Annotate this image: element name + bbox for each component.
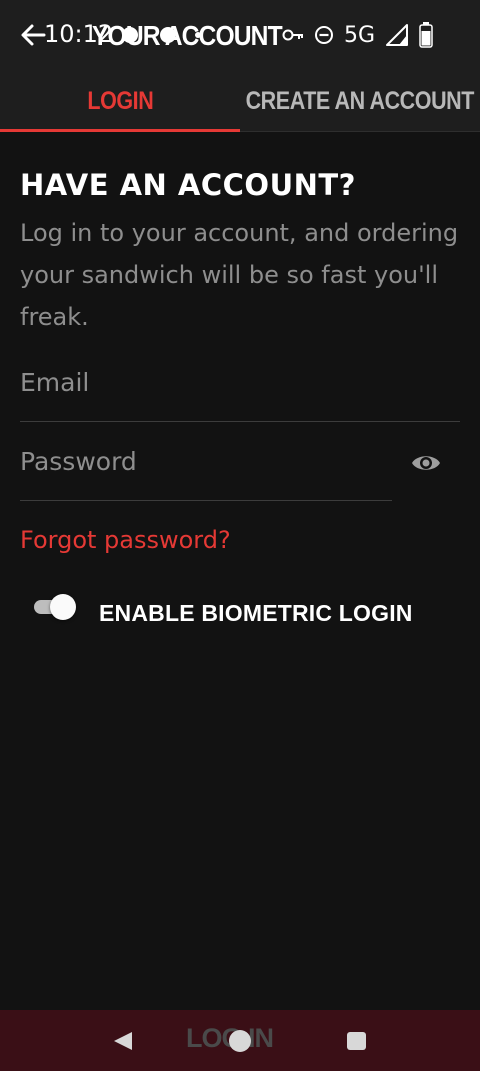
network-type: 5G: [344, 22, 376, 48]
biometric-toggle[interactable]: [34, 594, 76, 620]
password-field[interactable]: Password: [20, 447, 392, 501]
signal-icon: [386, 24, 409, 46]
nav-back-icon[interactable]: [112, 1030, 134, 1052]
email-placeholder: Email: [20, 368, 90, 397]
battery-icon: [419, 22, 433, 48]
toggle-thumb: [50, 594, 76, 620]
login-heading: HAVE AN ACCOUNT?: [20, 168, 356, 202]
login-subtext: Log in to your account, and ordering you…: [20, 219, 459, 331]
nav-home-icon[interactable]: [229, 1030, 251, 1052]
app-bar: 10:12 YOUR ACCOUNT 5G: [0, 0, 480, 70]
tab-create-account-label: CREATE AN ACCOUNT: [245, 86, 475, 115]
tab-login[interactable]: LOGIN: [0, 70, 240, 132]
nav-recent-apps-icon[interactable]: [347, 1032, 366, 1050]
do-not-disturb-icon: [315, 26, 333, 44]
tab-login-label: LOGIN: [87, 86, 153, 115]
forgot-password-link[interactable]: Forgot password?: [20, 526, 231, 554]
biometric-label: ENABLE BIOMETRIC LOGIN: [99, 600, 413, 626]
account-tabs: LOGIN CREATE AN ACCOUNT: [0, 70, 480, 132]
password-placeholder: Password: [20, 447, 137, 476]
tab-create-account[interactable]: CREATE AN ACCOUNT: [240, 70, 480, 132]
page-title: YOUR ACCOUNT: [92, 20, 283, 51]
tab-indicator: [0, 129, 240, 132]
vpn-key-icon: [282, 29, 303, 41]
email-field[interactable]: Email: [20, 368, 460, 422]
status-icons: 5G: [282, 18, 433, 52]
show-password-icon[interactable]: [410, 448, 442, 478]
